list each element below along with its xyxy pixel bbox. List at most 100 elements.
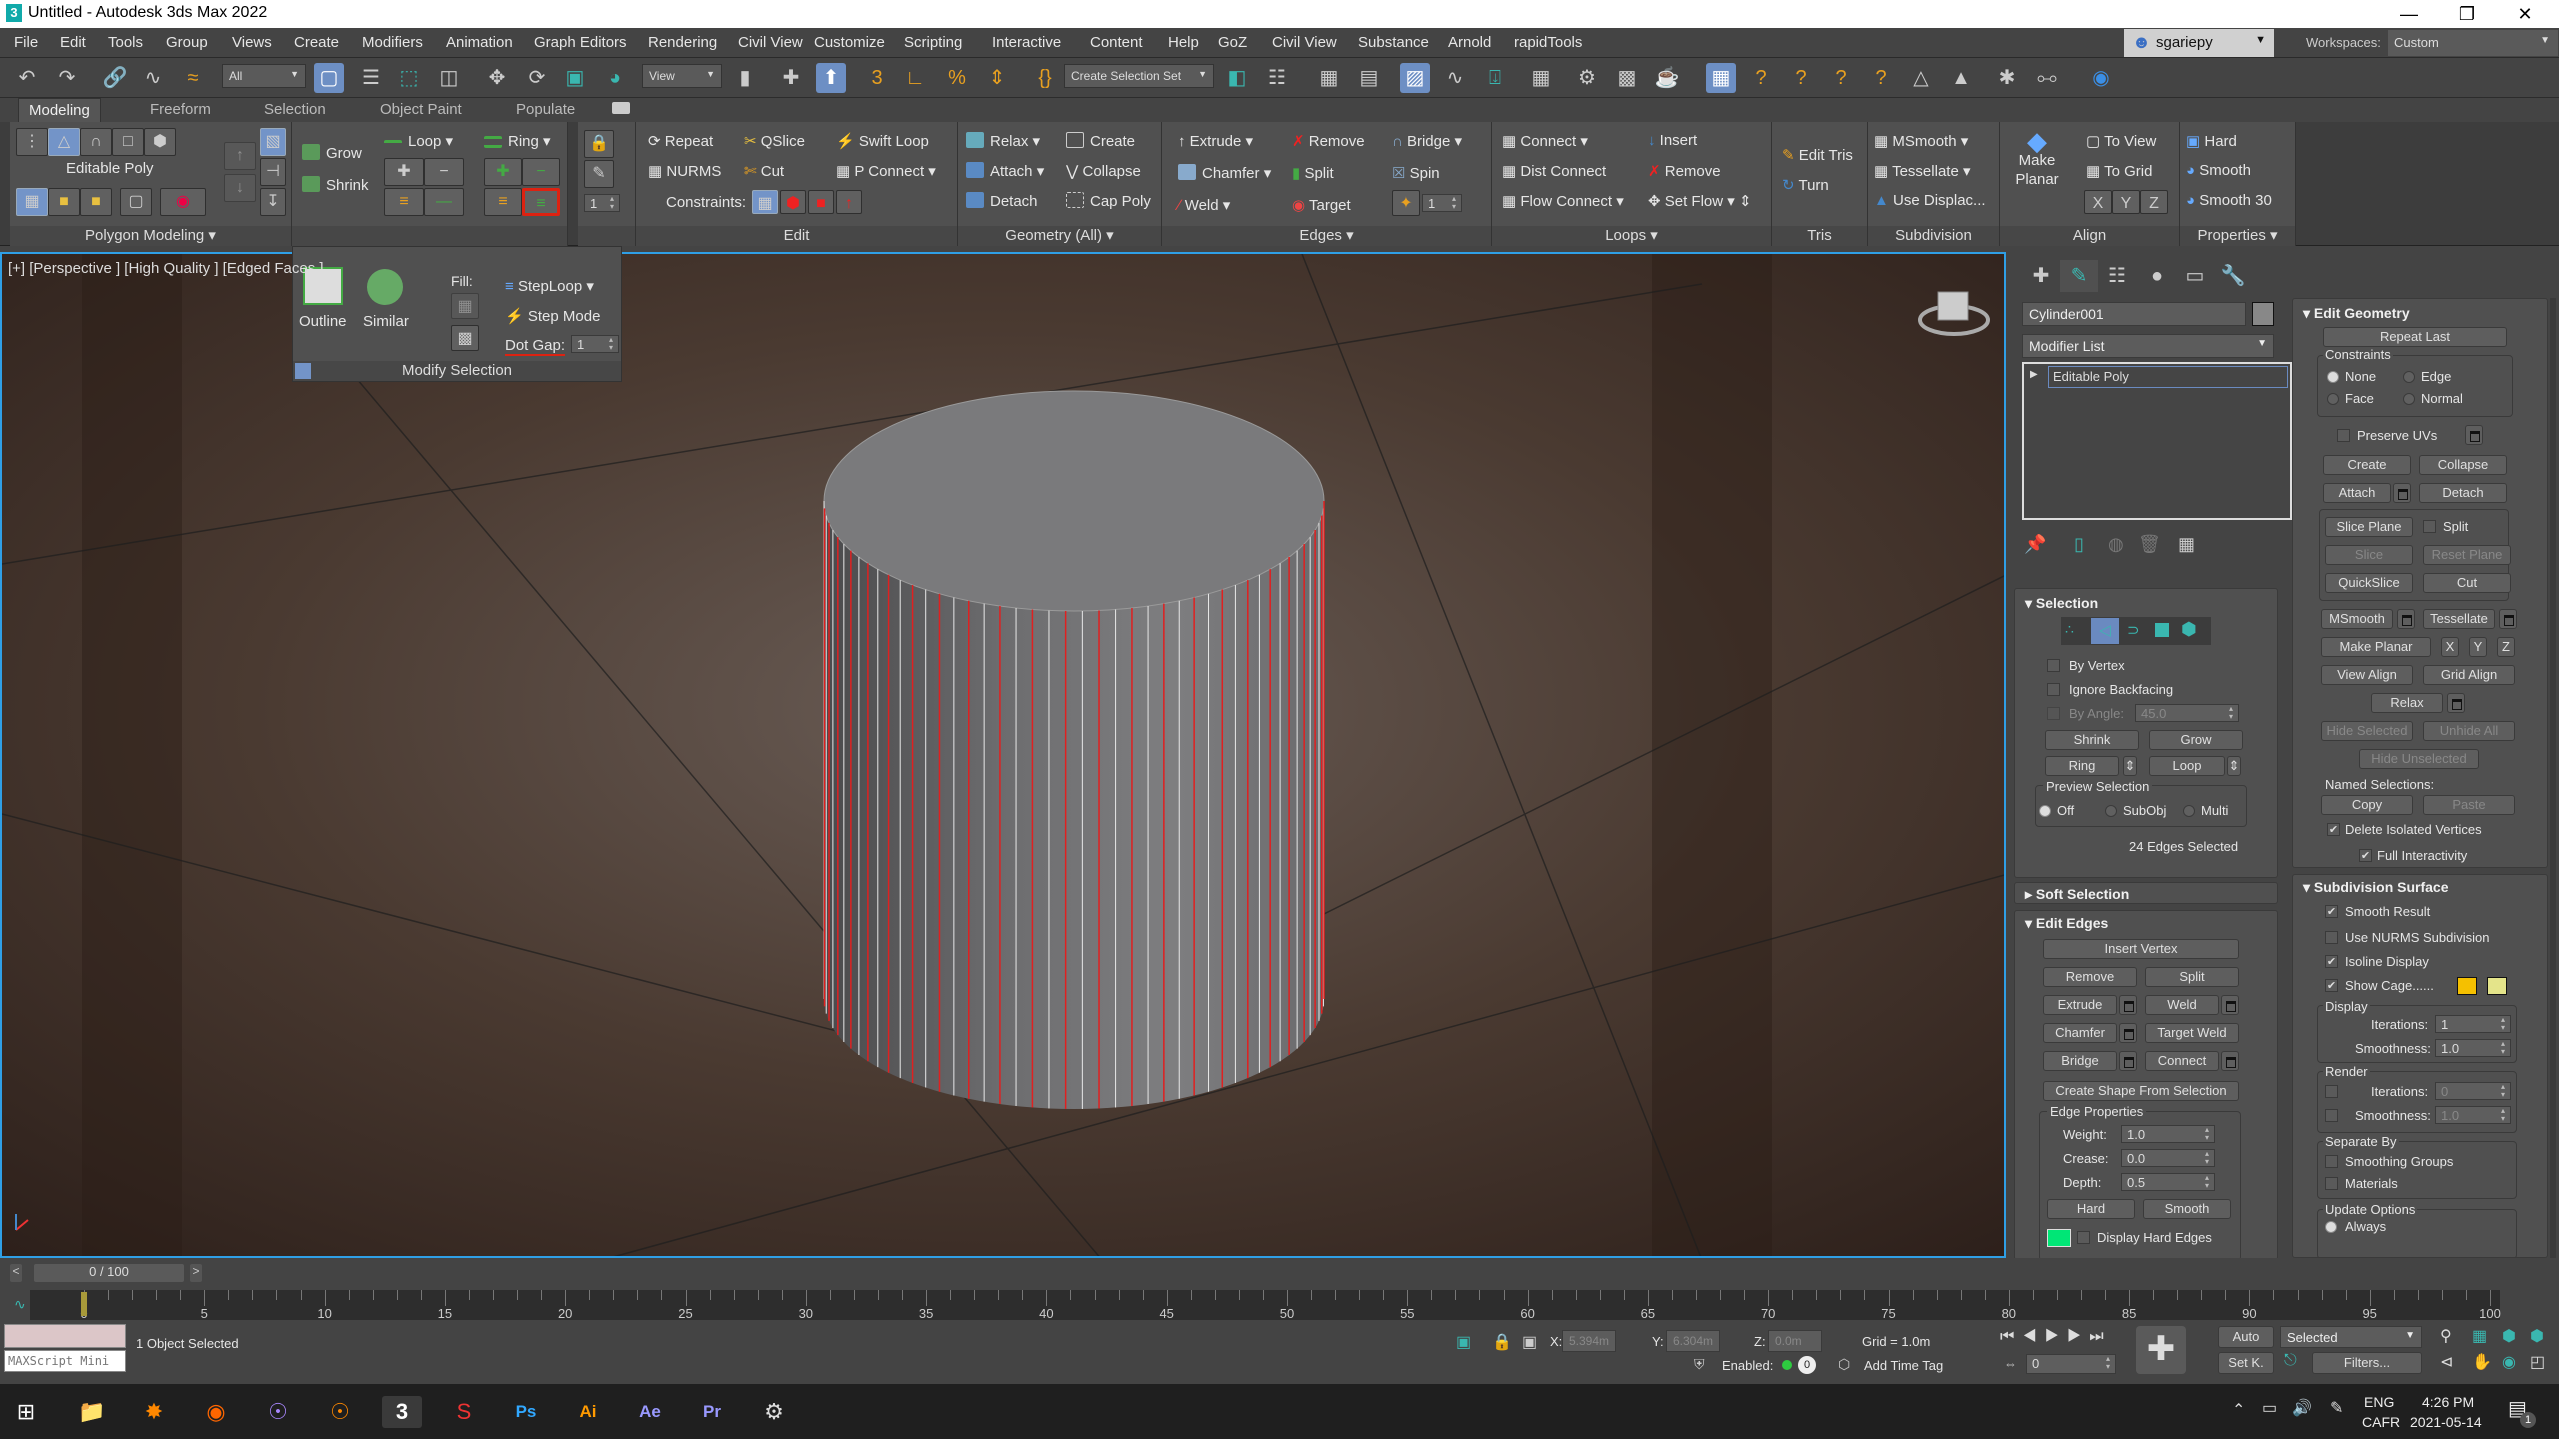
create-selection-set-dropdown[interactable]: Create Selection Set ▼ [1064, 64, 1214, 88]
loop-shrink-icon[interactable]: − [424, 158, 464, 186]
set-flow-button[interactable]: ✥ Set Flow ▾ ⇕ [1648, 192, 1752, 210]
create-button[interactable]: Create [2323, 455, 2411, 475]
motion-tab-icon[interactable]: ● [2138, 260, 2176, 292]
smooth-30-button[interactable]: ◕ Smooth 30 [2186, 192, 2272, 209]
edge-level-icon[interactable]: ◁ [2091, 618, 2119, 644]
extrude-button[interactable]: Extrude [2043, 995, 2117, 1015]
menu-content[interactable]: Content [1090, 34, 1143, 51]
by-angle-spinner[interactable]: 45.0 [2135, 704, 2239, 722]
spin-button[interactable]: ☒ Spin [1392, 164, 1440, 182]
weld-button[interactable]: Weld [2145, 995, 2219, 1015]
loop-mode-icon[interactable]: — [424, 188, 464, 216]
keyboard-shortcut-override-icon[interactable]: ⬆ [816, 63, 846, 93]
zoom-extents-icon[interactable]: ⬢ [2502, 1326, 2516, 1346]
stack-down-icon[interactable]: ↓ [224, 174, 256, 202]
stack-up-icon[interactable]: ↑ [224, 142, 256, 170]
show-cage-checkbox[interactable]: ✔ [2325, 979, 2338, 992]
preserve-uvs-checkbox[interactable] [2337, 429, 2350, 442]
premiere-icon[interactable]: Pr [692, 1396, 732, 1428]
menu-rapidtools[interactable]: rapidTools [1514, 34, 1582, 51]
polygon-level-icon[interactable] [2155, 623, 2169, 637]
tab-freeform[interactable]: Freeform [140, 98, 221, 122]
similar-icon[interactable] [367, 269, 403, 305]
smoothing-groups-checkbox[interactable] [2325, 1155, 2338, 1168]
lock-selection-icon[interactable]: 🔒 [584, 130, 614, 158]
tab-modeling[interactable]: Modeling [18, 98, 101, 122]
mirror-icon[interactable]: ◧ [1222, 63, 1252, 93]
menu-create[interactable]: Create [294, 34, 339, 51]
chamfer-button[interactable]: Chamfer ▾ [1178, 164, 1271, 182]
expand-arrow-icon[interactable]: ▶ [2030, 369, 2038, 380]
snap-helper-8-icon[interactable]: ⧟ [2032, 63, 2062, 93]
planar-z-button[interactable]: Z [2497, 637, 2515, 657]
dot-gap-spinner[interactable]: 1 [571, 335, 619, 353]
reset-plane-button[interactable]: Reset Plane [2423, 545, 2511, 565]
maxscript-listener-output[interactable] [4, 1324, 126, 1348]
edge-select-icon[interactable]: ✦ [1392, 190, 1420, 216]
link-icon[interactable]: 🔗 [100, 63, 130, 93]
ignore-backfacing-checkbox[interactable] [2047, 683, 2060, 696]
percent-snap-icon[interactable]: % [942, 63, 972, 93]
ring-button[interactable]: Ring ▾ [484, 132, 551, 150]
display-iterations-spinner[interactable]: 1 [2435, 1015, 2511, 1033]
smooth-result-checkbox[interactable]: ✔ [2325, 905, 2338, 918]
grow-button[interactable]: Grow [2149, 730, 2243, 750]
key-filter-dropdown[interactable]: Selected ▼ [2280, 1326, 2422, 1348]
render-production-icon[interactable]: ☕ [1652, 63, 1682, 93]
app-icon-2[interactable]: ☉ [258, 1396, 298, 1428]
use-nurms-checkbox[interactable] [2325, 931, 2338, 944]
edit-tris-button[interactable]: ✎ Edit Tris [1782, 146, 1853, 164]
schematic-view-icon[interactable]: ⍗ [1480, 63, 1510, 93]
ring-dot-icon[interactable]: ≡ [484, 188, 522, 216]
select-by-name-icon[interactable]: ☰ [356, 63, 386, 93]
materials-checkbox[interactable] [2325, 1177, 2338, 1190]
loop-dot-icon[interactable]: ≡ [384, 188, 424, 216]
step-mode-button[interactable]: ⚡ Step Mode [505, 307, 600, 325]
volume-icon[interactable]: 🔊 [2292, 1398, 2312, 1418]
user-account-dropdown[interactable]: ☻ sgariepy ▼ [2124, 29, 2274, 57]
show-end-result-icon[interactable]: ▯ [2074, 534, 2084, 555]
vertex-level-icon[interactable]: ∴ [2065, 621, 2074, 638]
hide-selected-button[interactable]: Hide Selected [2321, 721, 2413, 741]
cap-poly-button[interactable]: Cap Poly [1066, 192, 1151, 210]
unlink-icon[interactable]: ∿ [138, 63, 168, 93]
weld-settings-icon[interactable] [2221, 995, 2239, 1015]
insert-vertex-button[interactable]: Insert Vertex [2043, 939, 2239, 959]
update-always-radio[interactable] [2325, 1221, 2337, 1233]
grow-button[interactable]: Grow [302, 144, 362, 162]
play-icon[interactable]: ▶ [2045, 1328, 2067, 1345]
extrude-settings-icon[interactable] [2119, 995, 2137, 1015]
after-effects-icon[interactable]: Ae [630, 1396, 670, 1428]
by-vertex-checkbox[interactable] [2047, 659, 2060, 672]
fill-icon[interactable]: ▦ [451, 293, 479, 319]
pin-stack-icon[interactable]: ⊣ [260, 158, 286, 186]
make-planar-button[interactable]: ◆ Make Planar [2010, 128, 2064, 189]
render-smoothness-checkbox[interactable] [2325, 1109, 2338, 1122]
ring-grow-icon[interactable]: ✚ [484, 158, 522, 186]
rectangular-selection-icon[interactable]: ⬚ [394, 63, 424, 93]
key-filters-button[interactable]: Filters... [2312, 1352, 2422, 1374]
autodesk-account-icon[interactable]: ◉ [2086, 63, 2116, 93]
split-button[interactable]: Split [2145, 967, 2239, 987]
crease-spinner[interactable]: 0.0 [2121, 1149, 2215, 1167]
hard-button[interactable]: Hard [2047, 1199, 2135, 1219]
edit-geometry-header[interactable]: ▾ Edit Geometry [2303, 305, 2410, 322]
dist-connect-button[interactable]: ▦ Dist Connect [1502, 162, 1606, 180]
align-icon[interactable]: ☷ [1262, 63, 1292, 93]
remove-edge-button[interactable]: ✗ Remove [1292, 132, 1365, 150]
edit-edges-header[interactable]: ▾ Edit Edges [2025, 915, 2108, 932]
auto-key-button[interactable]: Auto [2218, 1326, 2274, 1348]
modifier-list-dropdown[interactable]: Modifier List ▼ [2022, 334, 2274, 358]
tessellate-button[interactable]: Tessellate [2423, 609, 2495, 629]
menu-tools[interactable]: Tools [108, 34, 143, 51]
paint-selection-icon[interactable]: ✎ [584, 160, 614, 188]
chamfer-settings-icon[interactable] [2119, 1023, 2137, 1043]
flow-connect-button[interactable]: ▦ Flow Connect ▾ [1502, 192, 1624, 210]
workspaces-dropdown[interactable]: Custom ▼ [2388, 30, 2558, 56]
loop-button[interactable]: Loop [2149, 756, 2225, 776]
menu-group[interactable]: Group [166, 34, 208, 51]
preview-off-radio[interactable] [2039, 805, 2051, 817]
absolute-mode-icon[interactable]: ▣ [1522, 1332, 1537, 1352]
panel-footer-edges[interactable]: Edges ▾ [1162, 226, 1491, 246]
render-setup-icon[interactable]: ⚙ [1572, 63, 1602, 93]
